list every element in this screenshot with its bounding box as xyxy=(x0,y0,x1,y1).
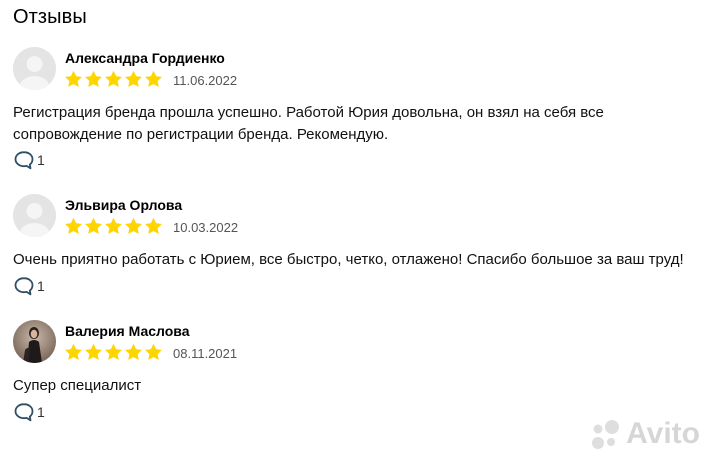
comment-count: 1 xyxy=(37,278,45,294)
review-item: Валерия Маслова 08.11.2021 Супер специал… xyxy=(0,320,710,430)
review-item: Эльвира Орлова 10.03.2022 Очень приятно … xyxy=(0,194,710,304)
comment-count: 1 xyxy=(37,152,45,168)
rating-stars xyxy=(64,343,163,361)
star-icon xyxy=(125,70,142,87)
review-date: 08.11.2021 xyxy=(173,346,238,361)
comment-bubble-icon xyxy=(14,151,34,170)
avito-watermark: Avito xyxy=(588,417,700,451)
comments-button[interactable]: 1 xyxy=(13,402,45,422)
avatar[interactable] xyxy=(13,194,56,237)
star-icon xyxy=(145,343,162,360)
star-icon xyxy=(125,343,142,360)
star-icon xyxy=(65,343,82,360)
user-avatar-icon xyxy=(13,194,56,237)
star-icon xyxy=(85,343,102,360)
avatar[interactable] xyxy=(13,47,56,90)
watermark-brand: Avito xyxy=(626,417,700,450)
avito-logo-icon xyxy=(592,420,620,449)
star-icon xyxy=(85,70,102,87)
review-text: Регистрация бренда прошла успешно. Работ… xyxy=(13,104,604,143)
star-icon xyxy=(105,217,122,234)
review-author[interactable]: Эльвира Орлова xyxy=(65,197,182,213)
star-icon xyxy=(105,70,122,87)
review-author[interactable]: Александра Гордиенко xyxy=(65,50,225,66)
rating-stars xyxy=(64,217,163,235)
user-photo-icon xyxy=(13,320,56,363)
star-icon xyxy=(105,343,122,360)
comment-bubble-icon xyxy=(14,403,34,422)
avatar[interactable] xyxy=(13,320,56,363)
star-icon xyxy=(125,217,142,234)
comment-bubble-icon xyxy=(14,277,34,296)
comments-button[interactable]: 1 xyxy=(13,150,45,170)
reviews-page: Отзывы Александра Гордиенко 11.06.2022 Р… xyxy=(0,0,710,461)
comment-count: 1 xyxy=(37,404,45,420)
star-icon xyxy=(145,70,162,87)
star-icon xyxy=(85,217,102,234)
star-icon xyxy=(65,217,82,234)
review-text: Супер специалист xyxy=(13,377,142,394)
section-title: Отзывы xyxy=(13,6,87,28)
user-avatar-icon xyxy=(13,47,56,90)
review-text: Очень приятно работать с Юрием, все быст… xyxy=(13,251,684,268)
review-author[interactable]: Валерия Маслова xyxy=(65,323,189,339)
star-icon xyxy=(65,70,82,87)
review-item: Александра Гордиенко 11.06.2022 Регистра… xyxy=(0,47,710,177)
review-date: 10.03.2022 xyxy=(173,220,239,235)
review-date: 11.06.2022 xyxy=(173,73,238,88)
rating-stars xyxy=(64,70,163,88)
comments-button[interactable]: 1 xyxy=(13,276,45,296)
star-icon xyxy=(145,217,162,234)
